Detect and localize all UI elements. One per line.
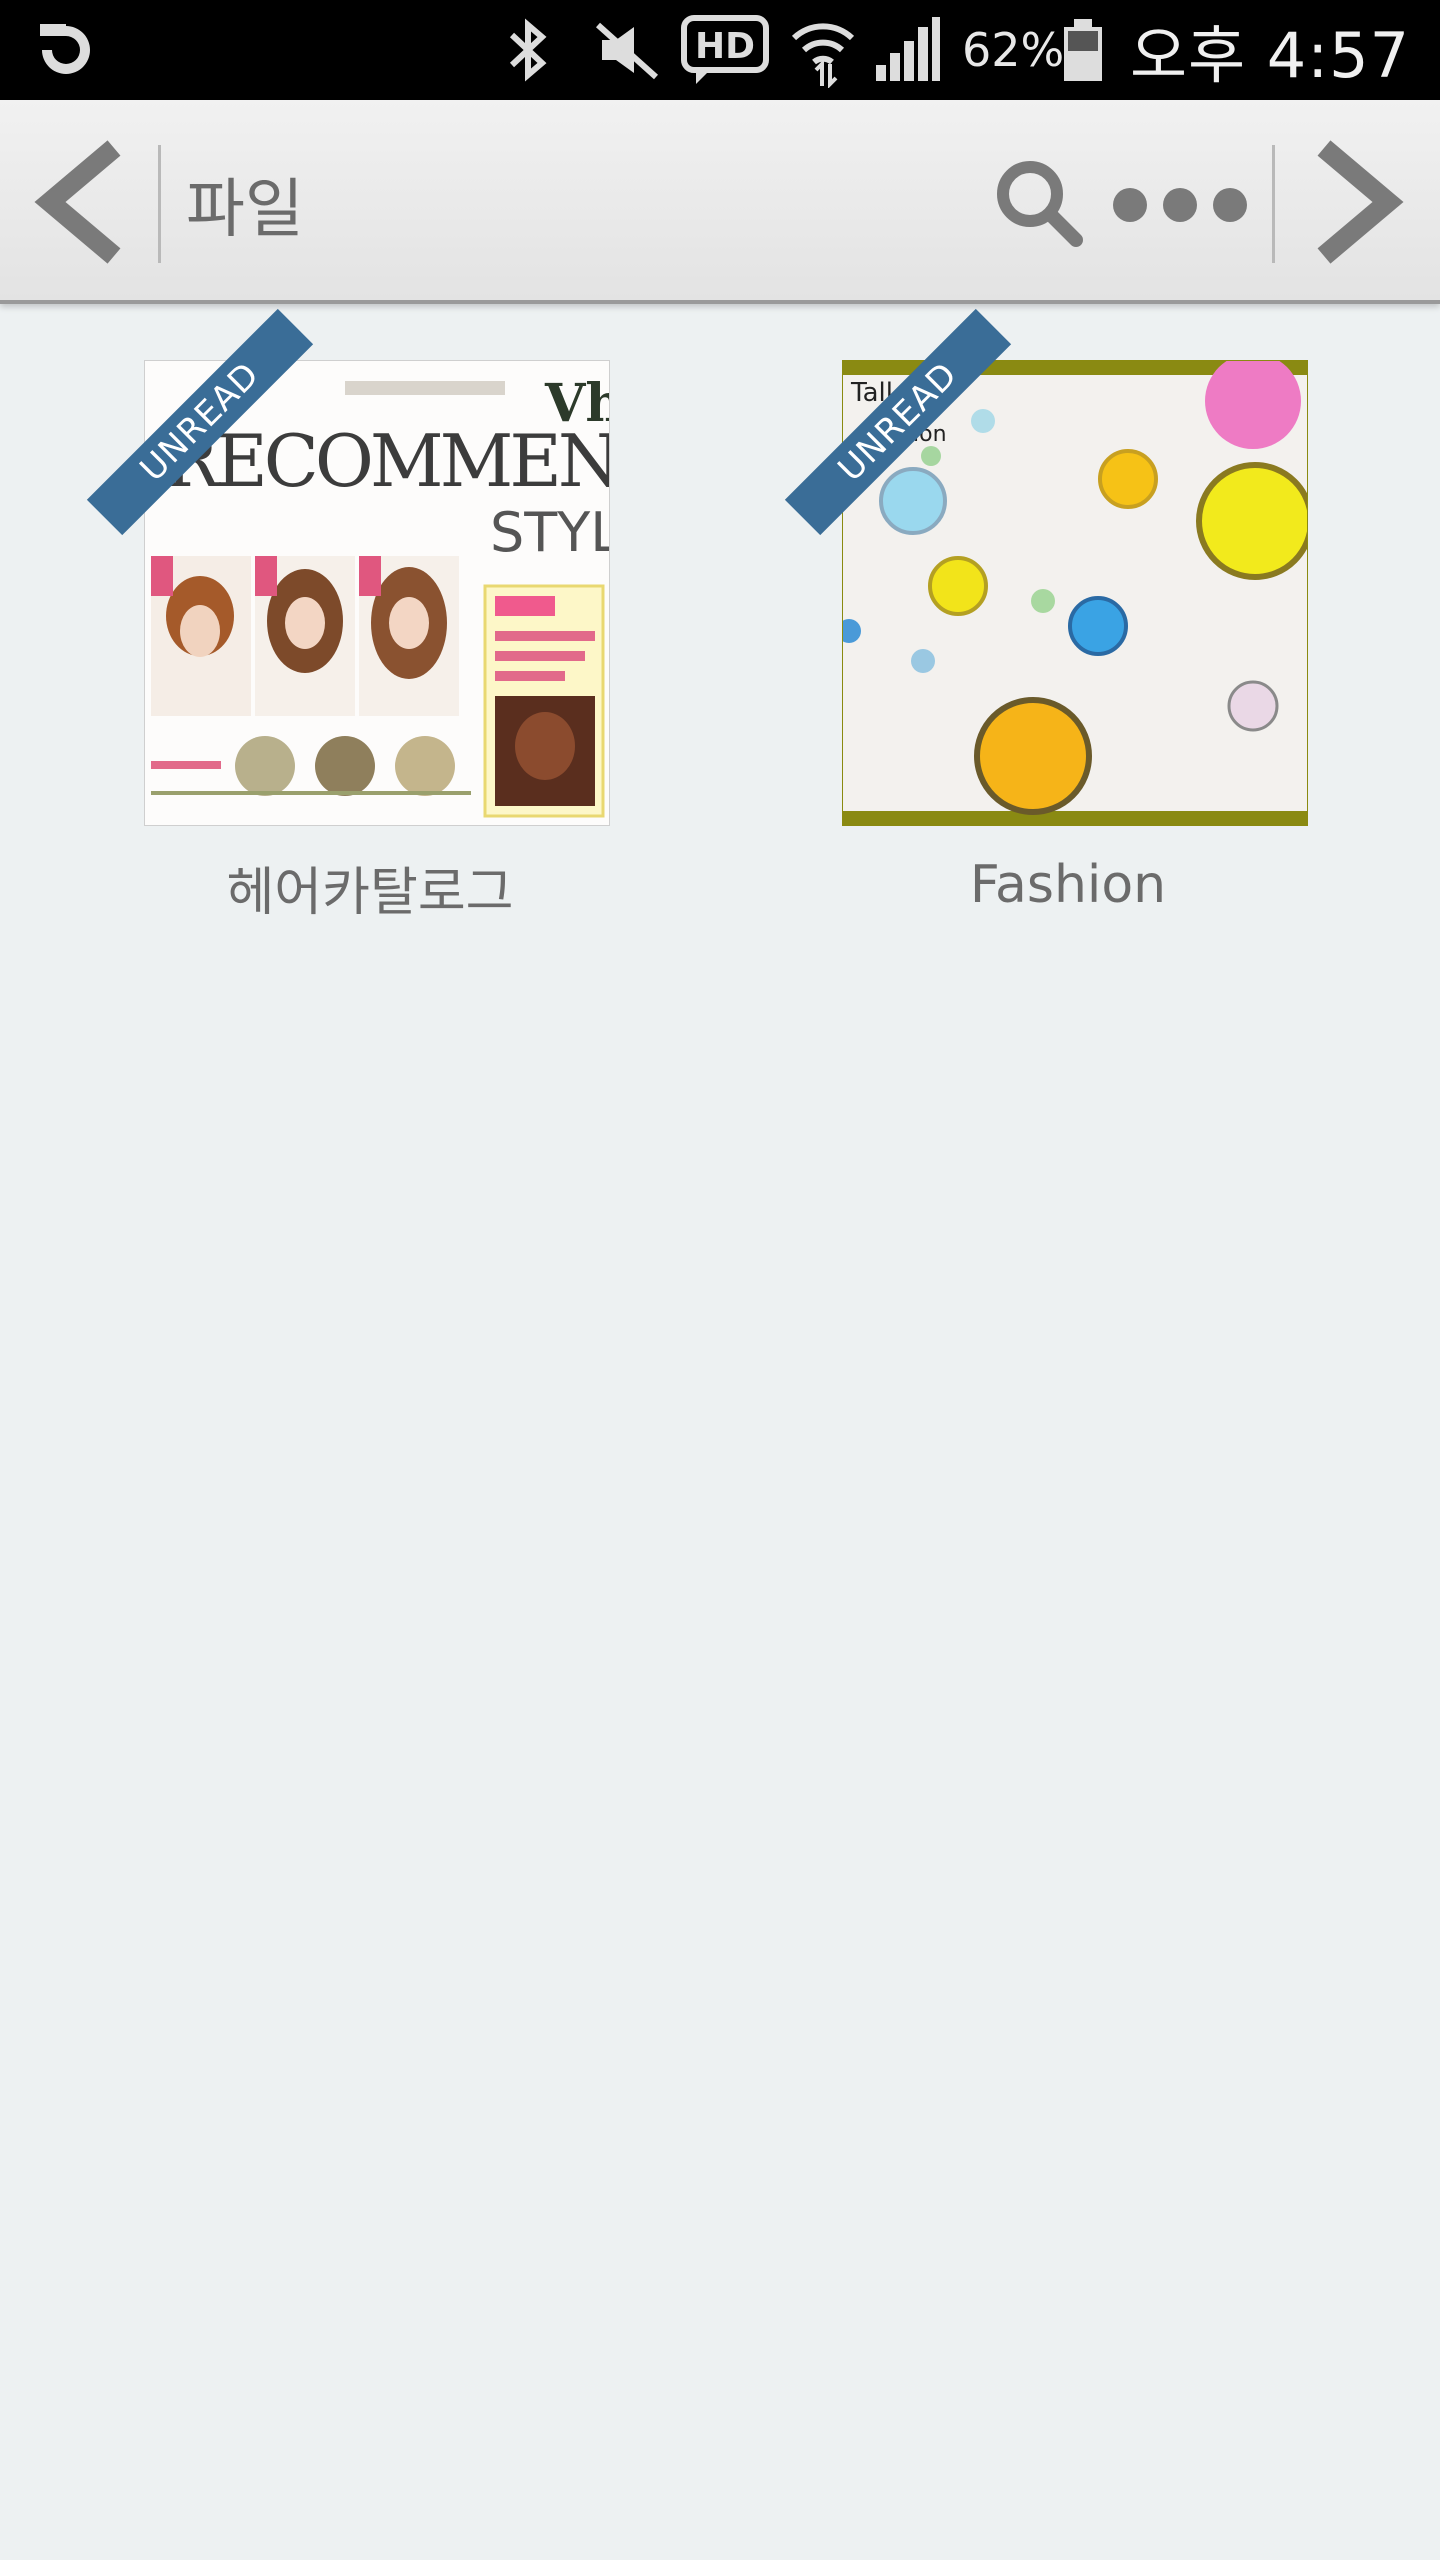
chevron-right-icon (1317, 140, 1404, 264)
file-item-fashion[interactable]: Tall ion UNREAD Fashion (784, 308, 1318, 935)
hd-voice-icon: HD (680, 0, 770, 100)
mute-icon (592, 0, 662, 100)
clock: 오후 4:57 (1130, 19, 1411, 92)
thumb-recommend-text: RECOMMEND (165, 419, 609, 503)
more-dots-icon (1113, 188, 1247, 222)
more-button[interactable] (1110, 175, 1250, 235)
battery-percent: 62% (962, 23, 1065, 77)
search-button[interactable] (990, 154, 1090, 254)
search-icon (997, 161, 1083, 247)
bluetooth-icon (498, 0, 558, 100)
back-button[interactable] (28, 140, 138, 264)
file-item-hair-catalog[interactable]: Vh RECOMMEND STYLE (86, 308, 620, 935)
forward-button[interactable] (1300, 140, 1410, 264)
wifi-icon (788, 0, 858, 100)
chevron-left-icon (34, 140, 121, 264)
battery-icon (1060, 0, 1106, 100)
status-bar: HD 62% 오후 4:57 (0, 0, 1440, 100)
app-bar: 파일 (0, 100, 1440, 304)
file-name: Fashion (969, 855, 1167, 915)
thumb-style-text: STYLE (490, 501, 609, 564)
signal-icon (872, 0, 942, 100)
svg-text:HD: HD (695, 26, 755, 67)
file-name: 헤어카탈로그 (226, 863, 514, 923)
olleh-logo-icon (32, 0, 100, 100)
page-title: 파일 (186, 173, 304, 247)
divider-right (1272, 145, 1275, 263)
divider-left (158, 145, 161, 263)
